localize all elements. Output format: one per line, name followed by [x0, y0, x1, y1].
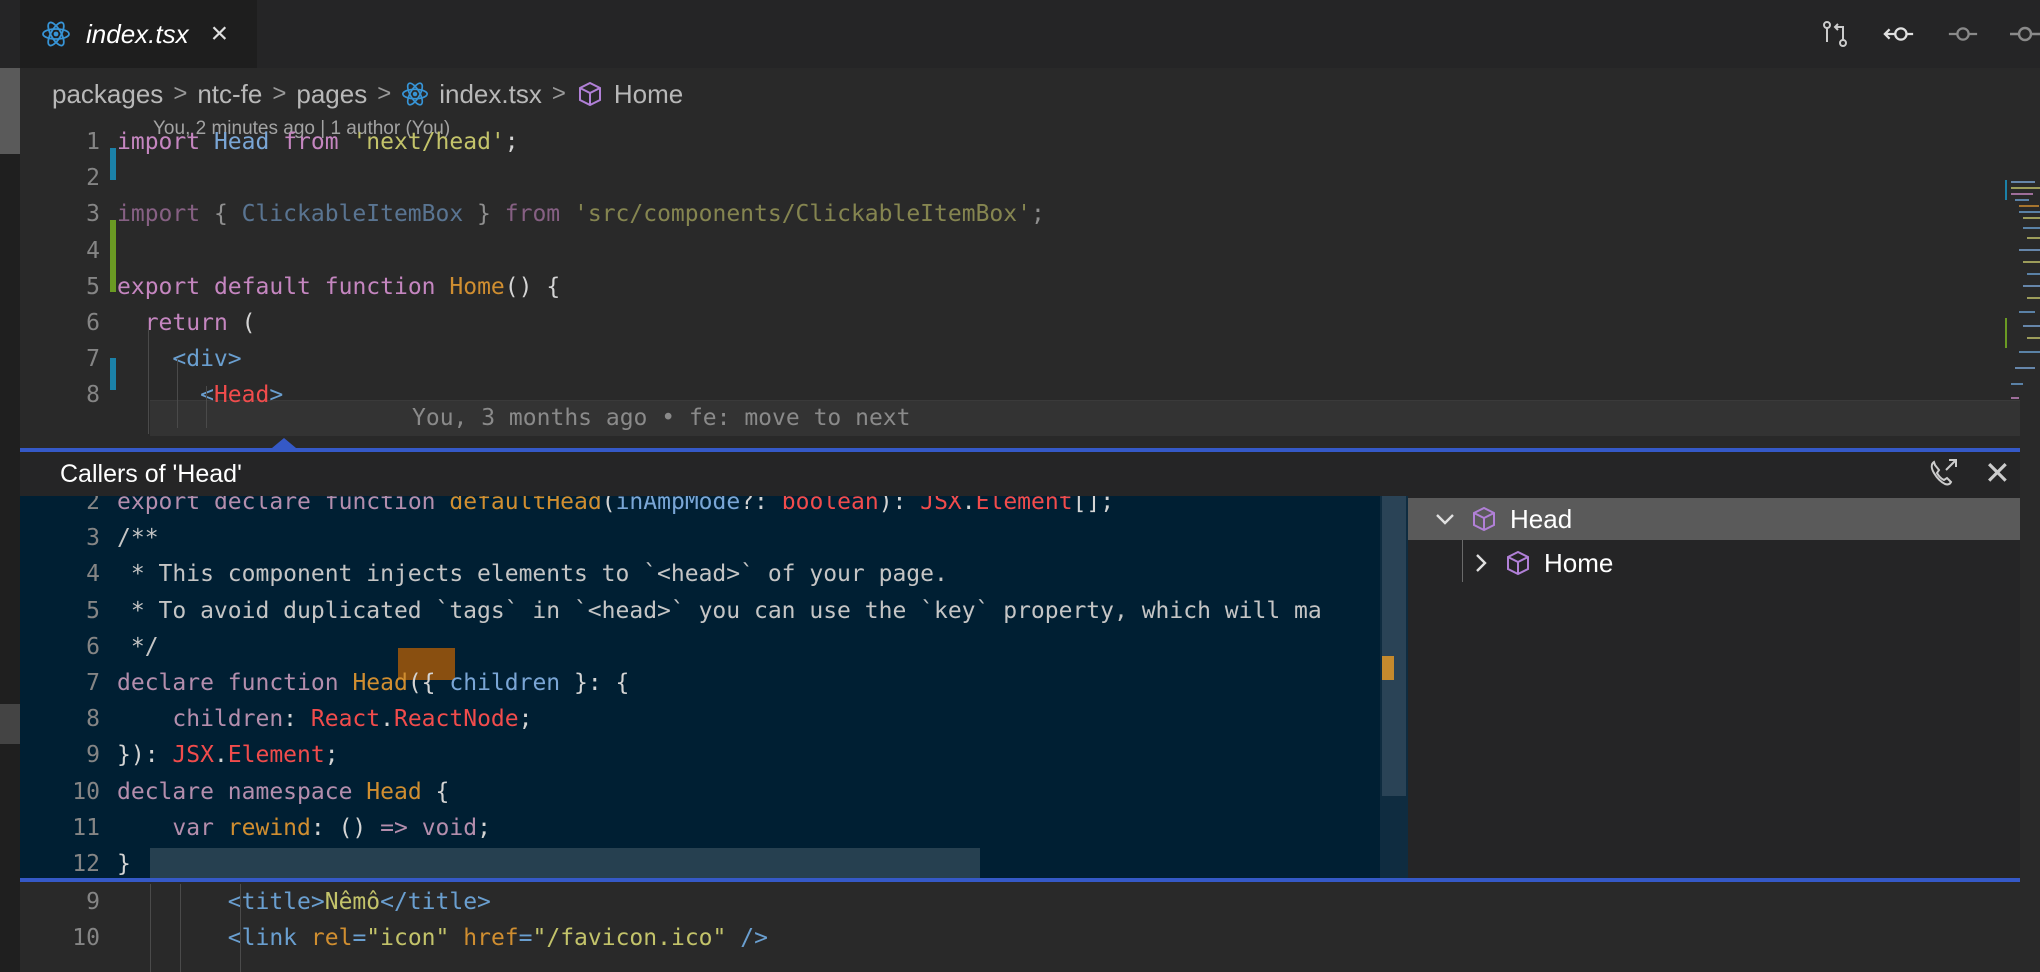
peek-scrollbar-track[interactable] — [1380, 496, 1408, 882]
scroll-marker — [0, 704, 20, 744]
code-line[interactable]: */ — [117, 629, 159, 665]
tree-item-label: Home — [1544, 547, 1614, 578]
peek-title: Callers of 'Head' — [60, 460, 242, 488]
indent-guide — [177, 358, 178, 428]
code-line[interactable]: * To avoid duplicated `tags` in `<head>`… — [117, 593, 1322, 629]
line-number[interactable]: 6 — [20, 305, 100, 341]
tab-index-tsx[interactable]: index.tsx × — [20, 0, 257, 68]
editor[interactable]: packages > ntc-fe > pages > index.tsx > … — [20, 68, 2040, 972]
line-number[interactable]: 11 — [20, 810, 100, 846]
call-hierarchy-tree[interactable]: Head Home — [1408, 496, 2020, 882]
git-commit-icon[interactable] — [2008, 18, 2040, 50]
call-hierarchy-toggle-icon[interactable] — [1926, 456, 1960, 495]
line-number[interactable]: 10 — [20, 920, 100, 956]
line-number[interactable]: 1 — [20, 124, 100, 160]
peek-header: Callers of 'Head' ✕ — [20, 448, 2020, 496]
code-line[interactable]: <Head> — [117, 377, 283, 413]
line-number[interactable]: 2 — [20, 496, 100, 520]
git-compare-icon[interactable] — [1819, 18, 1851, 50]
line-number[interactable]: 8 — [20, 701, 100, 737]
breadcrumb-item-home[interactable]: Home — [614, 79, 683, 110]
code-line[interactable]: /** — [117, 520, 159, 556]
line-number[interactable]: 6 — [20, 629, 100, 665]
chevron-right-icon: > — [173, 80, 188, 107]
chevron-right-icon[interactable] — [1470, 552, 1492, 574]
code-line[interactable]: <div> — [117, 341, 241, 377]
chevron-right-icon: > — [377, 80, 392, 107]
code-line[interactable]: import { ClickableItemBox } from 'src/co… — [117, 196, 1045, 232]
line-number[interactable]: 4 — [20, 556, 100, 592]
line-number[interactable]: 5 — [20, 269, 100, 305]
git-previous-change-icon[interactable] — [1883, 18, 1915, 50]
tree-item-home[interactable]: Home — [1408, 542, 2020, 584]
code-line[interactable]: var rewind: () => void; — [117, 810, 491, 846]
code-line[interactable]: export declare function defaultHead(inAm… — [117, 496, 1114, 520]
breadcrumb-item-packages[interactable]: packages — [52, 79, 163, 110]
indent-guide — [206, 386, 207, 428]
symbol-method-icon — [1470, 505, 1498, 533]
chevron-right-icon: > — [272, 80, 287, 107]
code-line[interactable]: declare function Head({ children }: { — [117, 665, 629, 701]
react-icon — [401, 80, 429, 108]
selection-range — [150, 848, 980, 882]
code-line[interactable]: }): JSX.Element; — [117, 737, 339, 773]
line-number[interactable]: 7 — [20, 665, 100, 701]
code-line[interactable]: export default function Home() { — [117, 269, 560, 305]
line-number[interactable]: 3 — [20, 520, 100, 556]
peek-scrollbar-marker — [1382, 656, 1394, 680]
breadcrumb: packages > ntc-fe > pages > index.tsx > … — [52, 72, 683, 116]
peek-bottom-border — [20, 878, 2020, 882]
git-added-marker[interactable] — [110, 220, 116, 292]
git-modified-marker[interactable] — [110, 148, 116, 180]
indent-guide — [150, 884, 151, 972]
tree-item-label: Head — [1510, 503, 1573, 534]
code-line[interactable]: } — [117, 846, 131, 882]
react-icon — [40, 18, 72, 50]
minimap[interactable] — [2005, 178, 2040, 428]
peek-pointer — [272, 438, 296, 448]
tab-label: index.tsx — [86, 18, 189, 49]
left-gutter — [0, 68, 20, 972]
code-line[interactable]: <link rel="icon" href="/favicon.ico" /> — [117, 920, 768, 956]
code-line[interactable]: declare namespace Head { — [117, 774, 449, 810]
indent-guide — [148, 328, 149, 434]
chevron-down-icon[interactable] — [1434, 508, 1456, 530]
code-line[interactable]: return ( — [117, 305, 256, 341]
close-peek-icon[interactable]: ✕ — [1984, 454, 2011, 492]
code-line[interactable]: <title>Nêmô</title> — [117, 884, 491, 920]
line-number[interactable]: 10 — [20, 774, 100, 810]
line-number[interactable]: 4 — [20, 233, 100, 269]
symbol-method-icon — [1504, 549, 1532, 577]
close-tab-icon[interactable]: × — [211, 19, 229, 49]
breadcrumb-item-file[interactable]: index.tsx — [439, 79, 542, 110]
peek-view[interactable]: Callers of 'Head' ✕ 2 export declare func… — [20, 438, 2020, 882]
breadcrumb-item-pages[interactable]: pages — [296, 79, 367, 110]
code-line[interactable]: children: React.ReactNode; — [117, 701, 532, 737]
chevron-right-icon: > — [551, 80, 566, 107]
inline-blame: You, 3 months ago • fe: move to next — [412, 405, 911, 431]
line-number[interactable]: 3 — [20, 196, 100, 232]
line-number[interactable]: 9 — [20, 737, 100, 773]
indent-guide — [180, 884, 181, 972]
symbol-method-icon — [576, 80, 604, 108]
line-number[interactable]: 8 — [20, 377, 100, 413]
peek-code-panel[interactable]: 2 export declare function defaultHead(inA… — [20, 496, 1408, 882]
line-number[interactable]: 5 — [20, 593, 100, 629]
scroll-marker — [0, 68, 20, 154]
indent-guide — [240, 884, 241, 972]
line-number[interactable]: 9 — [20, 884, 100, 920]
breadcrumb-item-ntc-fe[interactable]: ntc-fe — [197, 79, 262, 110]
line-number[interactable]: 2 — [20, 160, 100, 196]
line-number[interactable]: 12 — [20, 846, 100, 882]
code-line[interactable]: * This component injects elements to `<h… — [117, 556, 948, 592]
tree-item-head[interactable]: Head — [1408, 498, 2020, 540]
line-number[interactable]: 7 — [20, 341, 100, 377]
peek-scrollbar-thumb[interactable] — [1382, 496, 1406, 796]
code-line[interactable]: import Head from 'next/head'; — [117, 124, 519, 160]
tab-bar: index.tsx × — [0, 0, 2040, 68]
git-next-change-icon[interactable] — [1947, 18, 1979, 50]
git-modified-marker[interactable] — [110, 358, 116, 390]
